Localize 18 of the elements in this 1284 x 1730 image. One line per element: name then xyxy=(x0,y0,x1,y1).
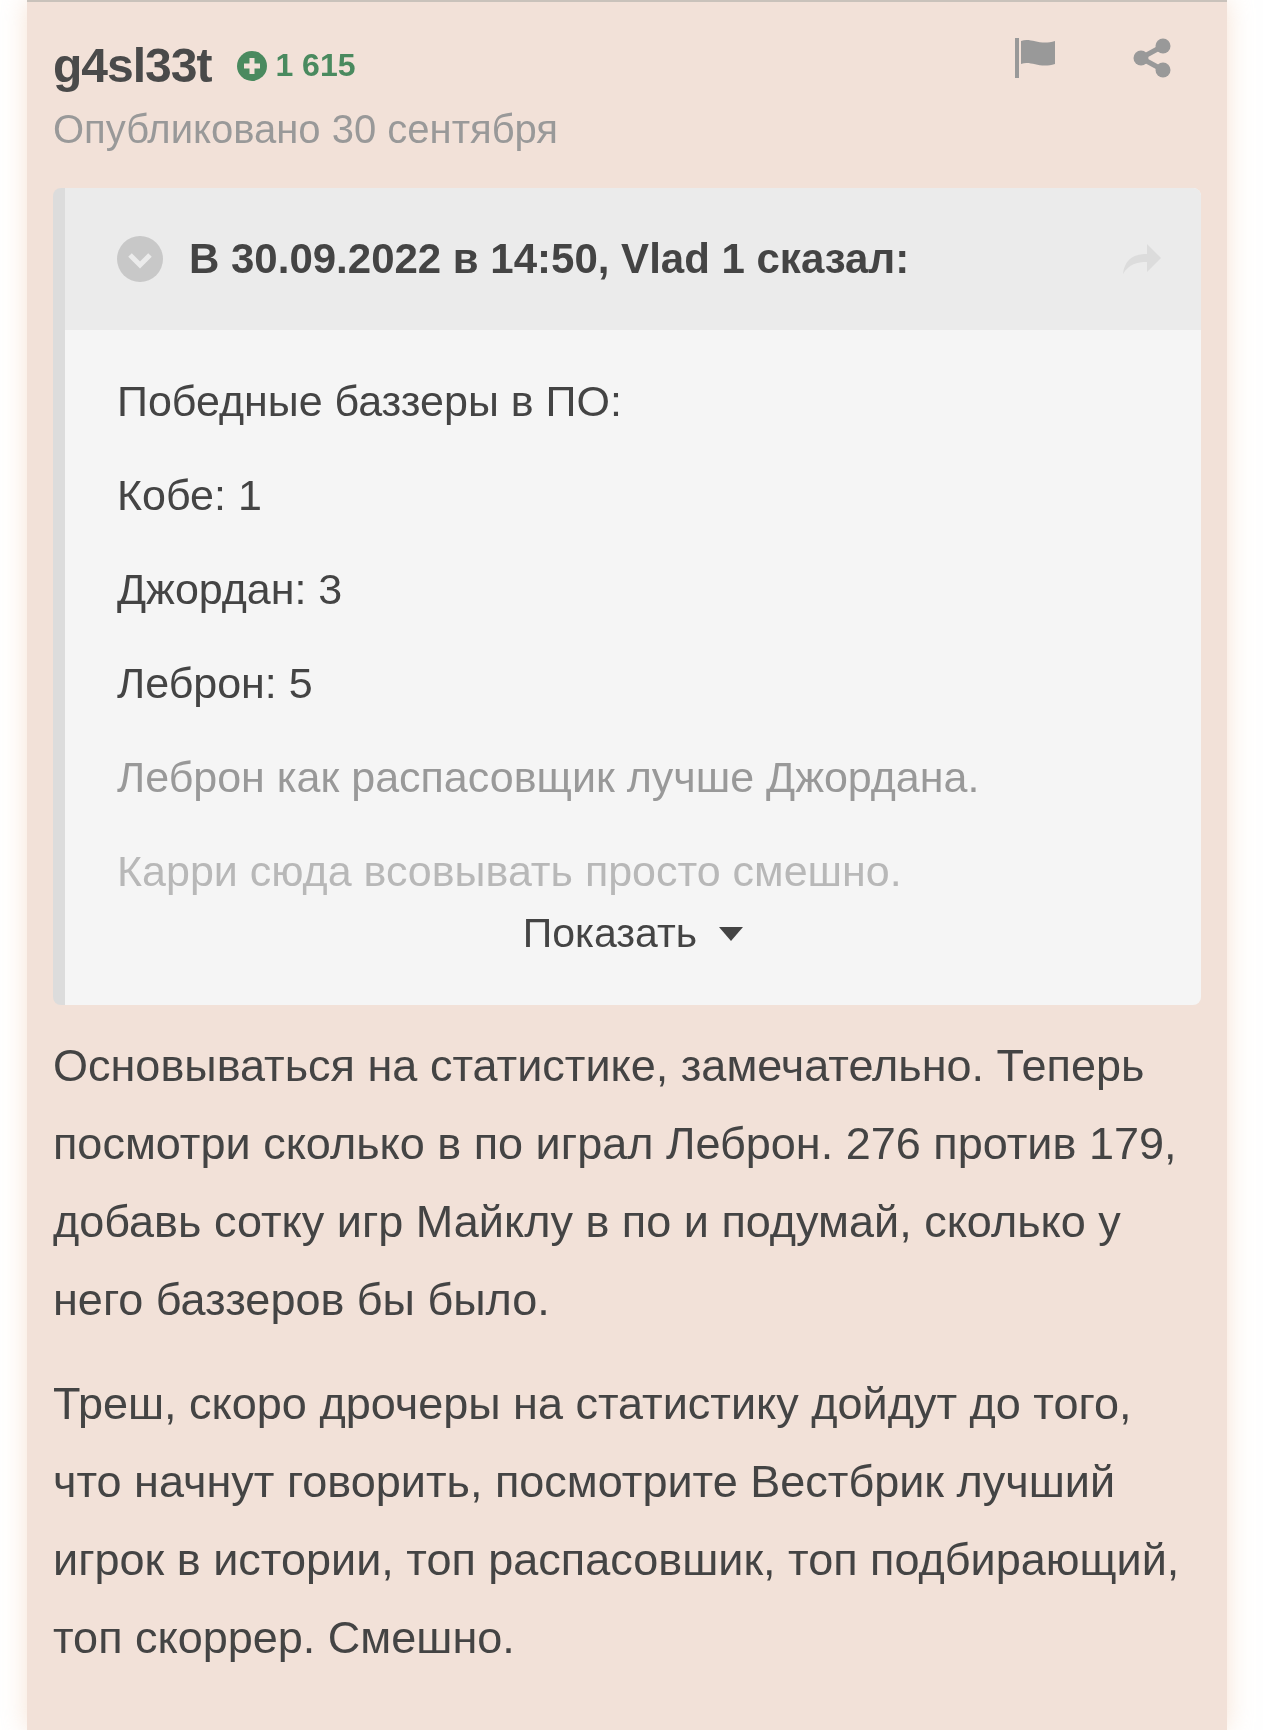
chevron-down-icon[interactable] xyxy=(117,236,163,282)
author-name[interactable]: g4sl33t xyxy=(53,38,212,93)
quote-citation: В 30.09.2022 в 14:50, Vlad 1 сказал: xyxy=(189,235,911,283)
quote-line: Карри сюда всовывать просто смешно. xyxy=(117,846,903,896)
quote-line: Леброн: 5 xyxy=(117,658,314,708)
show-more-button[interactable]: Показать xyxy=(514,906,752,961)
post-paragraph: Основываться на статистике, замечательно. Теперь посмотри сколько в по играл Леброн. 276 против 179, добавь сотку игр Майклу в по и подумай, сколько у него баззеров бы было. xyxy=(53,1039,1178,1327)
quote-line: Леброн как распасовщик лучше Джордана. xyxy=(117,752,981,802)
quote-line: Джордан: 3 xyxy=(117,564,344,614)
post-paragraph: Треш, скоро дрочеры на статистику дойдут до того, что начнут говорить, посмотрите Вестбрик лучший игрок в истории, топ распасовшик, топ подбирающий, топ скоррер. Смешно. xyxy=(53,1377,1181,1665)
plus-icon xyxy=(237,50,268,81)
quote-line: Кобе: 1 xyxy=(117,470,263,520)
flag-icon[interactable] xyxy=(1015,38,1057,78)
share-icon[interactable] xyxy=(1133,38,1171,78)
reputation-score: 1 615 xyxy=(237,47,356,84)
caret-down-icon xyxy=(719,926,744,941)
publish-date: Опубликовано 30 сентября xyxy=(53,107,558,152)
quote-line: Победные баззеры в ПО: xyxy=(117,376,623,426)
